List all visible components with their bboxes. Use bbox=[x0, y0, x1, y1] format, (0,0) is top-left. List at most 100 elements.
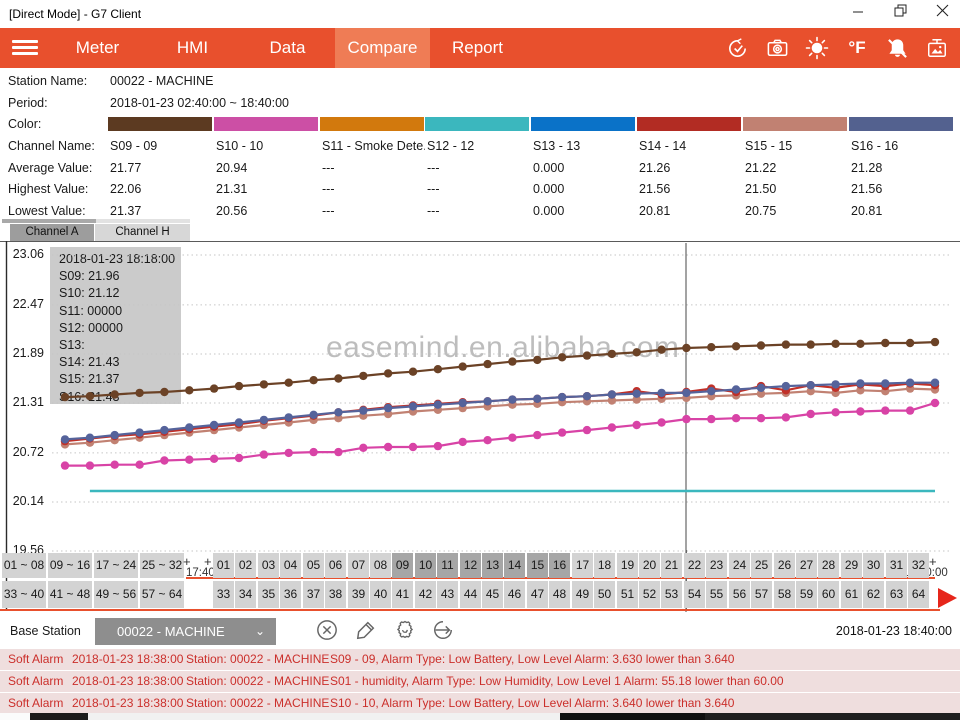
channel-button-37[interactable]: 37 bbox=[303, 581, 324, 608]
alarm-mute-icon[interactable] bbox=[884, 35, 910, 61]
fahrenheit-toggle[interactable]: °F bbox=[844, 35, 870, 61]
tab-meter[interactable]: Meter bbox=[50, 28, 145, 68]
channel-button-46[interactable]: 46 bbox=[504, 581, 525, 608]
channel-group-button[interactable]: 33 ~ 40 bbox=[2, 581, 46, 608]
clear-icon[interactable] bbox=[316, 619, 340, 643]
channel-button-10[interactable]: 10 bbox=[415, 553, 436, 578]
channel-button-35[interactable]: 35 bbox=[258, 581, 279, 608]
channel-button-48[interactable]: 48 bbox=[549, 581, 570, 608]
brightness-icon[interactable] bbox=[804, 35, 830, 61]
channel-button-52[interactable]: 52 bbox=[639, 581, 660, 608]
export-icon[interactable] bbox=[432, 619, 456, 643]
channel-button-49[interactable]: 49 bbox=[572, 581, 593, 608]
channel-button-55[interactable]: 55 bbox=[706, 581, 727, 608]
channel-button-63[interactable]: 63 bbox=[886, 581, 907, 608]
channel-button-60[interactable]: 60 bbox=[818, 581, 839, 608]
edit-icon[interactable] bbox=[355, 619, 379, 643]
channel-button-61[interactable]: 61 bbox=[841, 581, 862, 608]
camera-icon[interactable] bbox=[764, 35, 790, 61]
channel-button-31[interactable]: 31 bbox=[886, 553, 907, 578]
tab-hmi[interactable]: HMI bbox=[145, 28, 240, 68]
channel-button-30[interactable]: 30 bbox=[863, 553, 884, 578]
channel-group-button[interactable]: 17 ~ 24 bbox=[94, 553, 138, 578]
channel-button-19[interactable]: 19 bbox=[617, 553, 638, 578]
channel-button-11[interactable]: 11 bbox=[437, 553, 458, 578]
channel-button-36[interactable]: 36 bbox=[280, 581, 301, 608]
channel-button-29[interactable]: 29 bbox=[841, 553, 862, 578]
channel-button-18[interactable]: 18 bbox=[594, 553, 615, 578]
channel-button-17[interactable]: 17 bbox=[572, 553, 593, 578]
channel-button-26[interactable]: 26 bbox=[774, 553, 795, 578]
channel-button-16[interactable]: 16 bbox=[549, 553, 570, 578]
channel-button-07[interactable]: 07 bbox=[348, 553, 369, 578]
channel-button-02[interactable]: 02 bbox=[235, 553, 256, 578]
zoom-plus-icon[interactable]: + bbox=[204, 554, 212, 569]
channel-group-button[interactable]: 25 ~ 32 bbox=[140, 553, 184, 578]
channel-button-56[interactable]: 56 bbox=[729, 581, 750, 608]
minimize-icon[interactable] bbox=[848, 4, 868, 24]
channel-button-28[interactable]: 28 bbox=[818, 553, 839, 578]
table-scrollbar-thumb[interactable] bbox=[2, 219, 96, 223]
channel-group-button[interactable]: 57 ~ 64 bbox=[140, 581, 184, 608]
channel-button-47[interactable]: 47 bbox=[527, 581, 548, 608]
channel-button-05[interactable]: 05 bbox=[303, 553, 324, 578]
channel-button-45[interactable]: 45 bbox=[482, 581, 503, 608]
tab-data[interactable]: Data bbox=[240, 28, 335, 68]
channel-button-62[interactable]: 62 bbox=[863, 581, 884, 608]
tab-compare[interactable]: Compare bbox=[335, 28, 430, 68]
sync-icon[interactable] bbox=[724, 35, 750, 61]
tab-report[interactable]: Report bbox=[430, 28, 525, 68]
channel-button-41[interactable]: 41 bbox=[392, 581, 413, 608]
settings-icon[interactable] bbox=[394, 619, 418, 643]
alarm-row[interactable]: Soft Alarm2018-01-23 18:38:00Station: 00… bbox=[0, 671, 960, 692]
channel-group-button[interactable]: 09 ~ 16 bbox=[48, 553, 92, 578]
channel-button-06[interactable]: 06 bbox=[325, 553, 346, 578]
channel-button-43[interactable]: 43 bbox=[437, 581, 458, 608]
channel-button-13[interactable]: 13 bbox=[482, 553, 503, 578]
channel-button-14[interactable]: 14 bbox=[504, 553, 525, 578]
zoom-plus-icon[interactable]: + bbox=[929, 554, 937, 569]
tab-channel-h[interactable]: Channel H bbox=[95, 224, 190, 241]
channel-button-38[interactable]: 38 bbox=[325, 581, 346, 608]
channel-button-23[interactable]: 23 bbox=[706, 553, 727, 578]
channel-button-53[interactable]: 53 bbox=[661, 581, 682, 608]
channel-button-21[interactable]: 21 bbox=[661, 553, 682, 578]
restore-icon[interactable] bbox=[890, 4, 910, 24]
channel-button-64[interactable]: 64 bbox=[908, 581, 929, 608]
alarm-row[interactable]: Soft Alarm2018-01-23 18:38:00Station: 00… bbox=[0, 649, 960, 670]
tab-channel-a[interactable]: Channel A bbox=[10, 224, 94, 241]
channel-button-42[interactable]: 42 bbox=[415, 581, 436, 608]
chevron-down-icon[interactable]: ⌄ bbox=[250, 618, 270, 645]
channel-button-59[interactable]: 59 bbox=[796, 581, 817, 608]
channel-button-25[interactable]: 25 bbox=[751, 553, 772, 578]
channel-button-03[interactable]: 03 bbox=[258, 553, 279, 578]
channel-button-33[interactable]: 33 bbox=[213, 581, 234, 608]
channel-button-40[interactable]: 40 bbox=[370, 581, 391, 608]
channel-button-22[interactable]: 22 bbox=[684, 553, 705, 578]
channel-button-01[interactable]: 01 bbox=[213, 553, 234, 578]
channel-button-58[interactable]: 58 bbox=[774, 581, 795, 608]
close-icon[interactable] bbox=[932, 4, 952, 24]
screenshot-icon[interactable] bbox=[924, 35, 950, 61]
channel-button-12[interactable]: 12 bbox=[460, 553, 481, 578]
base-station-dropdown[interactable]: 00022 - MACHINE bbox=[95, 618, 276, 645]
channel-button-04[interactable]: 04 bbox=[280, 553, 301, 578]
channel-button-50[interactable]: 50 bbox=[594, 581, 615, 608]
channel-group-button[interactable]: 41 ~ 48 bbox=[48, 581, 92, 608]
channel-button-39[interactable]: 39 bbox=[348, 581, 369, 608]
zoom-plus-icon[interactable]: + bbox=[183, 554, 191, 569]
scroll-right-arrow[interactable] bbox=[938, 588, 957, 608]
channel-button-27[interactable]: 27 bbox=[796, 553, 817, 578]
channel-button-57[interactable]: 57 bbox=[751, 581, 772, 608]
channel-group-button[interactable]: 49 ~ 56 bbox=[94, 581, 138, 608]
channel-button-44[interactable]: 44 bbox=[460, 581, 481, 608]
channel-button-20[interactable]: 20 bbox=[639, 553, 660, 578]
channel-button-15[interactable]: 15 bbox=[527, 553, 548, 578]
alarm-row[interactable]: Soft Alarm2018-01-23 18:38:00Station: 00… bbox=[0, 693, 960, 714]
channel-button-51[interactable]: 51 bbox=[617, 581, 638, 608]
channel-group-button[interactable]: 01 ~ 08 bbox=[2, 553, 46, 578]
channel-button-24[interactable]: 24 bbox=[729, 553, 750, 578]
hamburger-menu-icon[interactable] bbox=[12, 40, 38, 56]
channel-button-34[interactable]: 34 bbox=[235, 581, 256, 608]
channel-button-09[interactable]: 09 bbox=[392, 553, 413, 578]
